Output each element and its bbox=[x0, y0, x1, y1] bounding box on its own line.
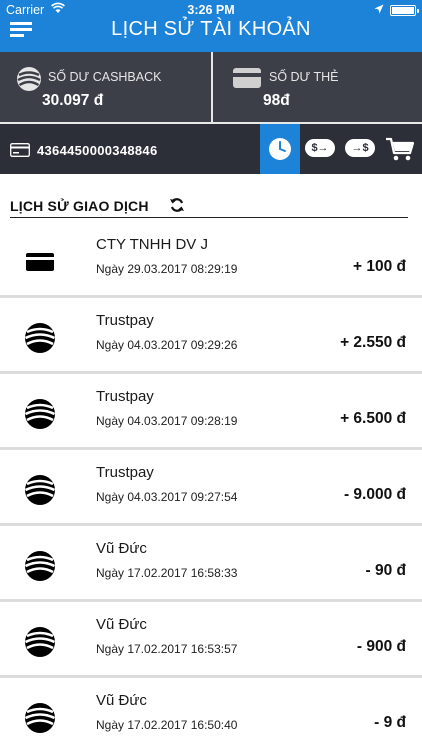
transaction-amount: - 9.000 đ bbox=[343, 486, 406, 503]
transaction-name: Vũ Đức bbox=[96, 540, 147, 557]
cart-icon bbox=[386, 137, 415, 161]
transaction-date: Ngày 17.02.2017 16:58:33 bbox=[96, 566, 238, 580]
transaction-amount: + 6.500 đ bbox=[340, 410, 406, 427]
cart-button[interactable] bbox=[382, 124, 418, 174]
app-header: Carrier 3:26 PM LỊCH SỬ TÀI KHOẢN bbox=[0, 0, 422, 52]
transaction-amount: - 900 đ bbox=[356, 638, 406, 655]
card-icon bbox=[233, 68, 261, 93]
account-bar: 4364450000348846 $→ →$ bbox=[0, 124, 422, 174]
clock-icon bbox=[269, 138, 291, 160]
battery-icon bbox=[390, 5, 419, 16]
dollar-in-icon: $→ bbox=[305, 139, 335, 157]
history-button[interactable] bbox=[260, 124, 300, 174]
transaction-name: Trustpay bbox=[96, 464, 154, 481]
trustpay-logo-icon bbox=[16, 66, 42, 97]
transaction-amount: - 90 đ bbox=[365, 562, 406, 579]
transaction-name: CTY TNHH DV J bbox=[96, 236, 208, 253]
withdraw-button[interactable]: →$ bbox=[342, 124, 378, 174]
transaction-row[interactable]: Vũ Đức Ngày 17.02.2017 16:53:57 - 900 đ bbox=[0, 602, 422, 678]
balance-panel: SỐ DƯ CASHBACK 30.097 đ SỐ DƯ THẺ 98đ bbox=[0, 52, 422, 122]
transaction-name: Vũ Đức bbox=[96, 616, 147, 633]
transaction-date: Ngày 04.03.2017 09:27:54 bbox=[96, 490, 238, 504]
transaction-row[interactable]: CTY TNHH DV J Ngày 29.03.2017 08:29:19 +… bbox=[0, 222, 422, 298]
transaction-amount: + 100 đ bbox=[353, 258, 406, 275]
transaction-row[interactable]: Trustpay Ngày 04.03.2017 09:27:54 - 9.00… bbox=[0, 450, 422, 526]
trustpay-logo-icon bbox=[24, 398, 56, 430]
transaction-row[interactable]: Vũ Đức Ngày 17.02.2017 16:50:40 - 9 đ bbox=[0, 678, 422, 750]
transaction-amount: - 9 đ bbox=[374, 714, 406, 731]
transaction-date: Ngày 04.03.2017 09:28:19 bbox=[96, 414, 238, 428]
transaction-date: Ngày 04.03.2017 09:29:26 bbox=[96, 338, 238, 352]
history-title: LỊCH SỬ GIAO DỊCH bbox=[10, 198, 149, 214]
transaction-date: Ngày 29.03.2017 08:29:19 bbox=[96, 262, 238, 276]
deposit-button[interactable]: $→ bbox=[302, 124, 338, 174]
transaction-date: Ngày 17.02.2017 16:50:40 bbox=[96, 718, 238, 732]
account-number: 4364450000348846 bbox=[37, 143, 158, 158]
transaction-name: Vũ Đức bbox=[96, 692, 147, 709]
trustpay-logo-icon bbox=[24, 702, 56, 734]
transaction-row[interactable]: Trustpay Ngày 04.03.2017 09:28:19 + 6.50… bbox=[0, 374, 422, 450]
trustpay-logo-icon bbox=[24, 474, 56, 506]
card-balance-value: 98đ bbox=[263, 92, 290, 109]
card-icon bbox=[24, 246, 56, 278]
transaction-row[interactable]: Vũ Đức Ngày 17.02.2017 16:58:33 - 90 đ bbox=[0, 526, 422, 602]
refresh-icon[interactable] bbox=[169, 197, 185, 218]
location-icon bbox=[374, 3, 384, 17]
transaction-date: Ngày 17.02.2017 16:53:57 bbox=[96, 642, 238, 656]
page-title: LỊCH SỬ TÀI KHOẢN bbox=[111, 18, 311, 40]
transaction-row[interactable]: Trustpay Ngày 04.03.2017 09:29:26 + 2.55… bbox=[0, 298, 422, 374]
transaction-name: Trustpay bbox=[96, 388, 154, 405]
cashback-value: 30.097 đ bbox=[42, 92, 104, 109]
transaction-amount: + 2.550 đ bbox=[340, 334, 406, 351]
history-section-header: LỊCH SỬ GIAO DỊCH bbox=[10, 196, 408, 218]
trustpay-logo-icon bbox=[24, 626, 56, 658]
dollar-out-icon: →$ bbox=[345, 139, 375, 157]
cashback-balance[interactable]: SỐ DƯ CASHBACK 30.097 đ bbox=[0, 52, 211, 122]
transaction-name: Trustpay bbox=[96, 312, 154, 329]
cashback-label: SỐ DƯ CASHBACK bbox=[48, 70, 162, 84]
trustpay-logo-icon bbox=[24, 322, 56, 354]
status-bar: Carrier 3:26 PM bbox=[0, 0, 422, 20]
status-time: 3:26 PM bbox=[187, 3, 235, 17]
card-balance-label: SỐ DƯ THẺ bbox=[269, 70, 339, 84]
trustpay-logo-icon bbox=[24, 550, 56, 582]
card-balance[interactable]: SỐ DƯ THẺ 98đ bbox=[213, 52, 422, 122]
card-outline-icon bbox=[10, 143, 30, 162]
